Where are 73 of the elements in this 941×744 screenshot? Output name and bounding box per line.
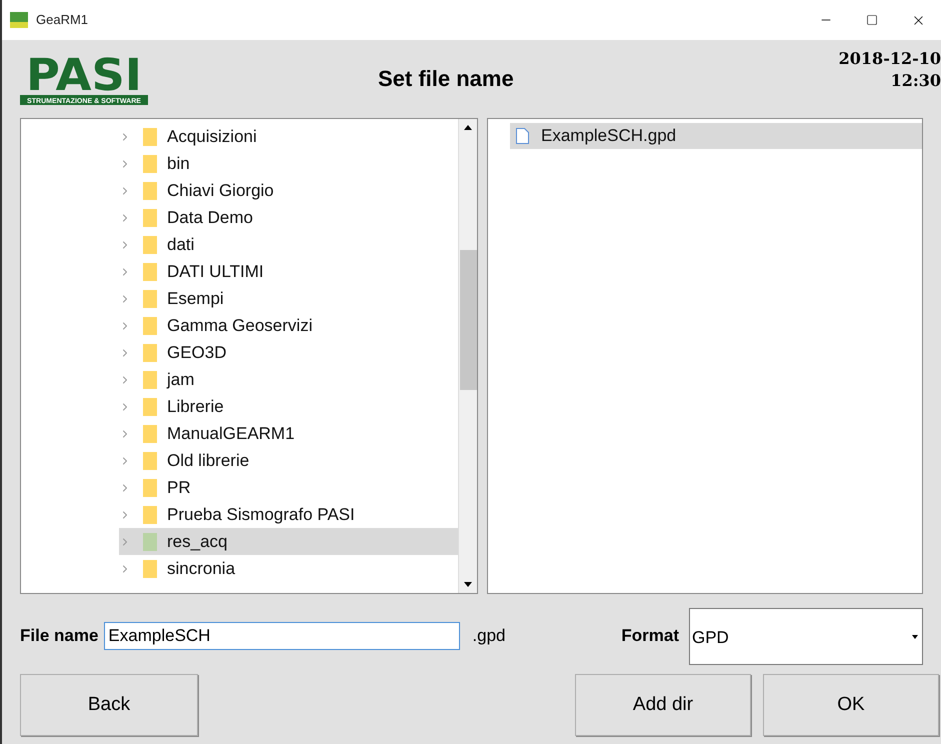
file-icon bbox=[516, 128, 529, 144]
folder-icon bbox=[143, 424, 157, 442]
folder-item[interactable]: Chiavi Giorgio bbox=[119, 177, 458, 204]
folder-label: Chiavi Giorgio bbox=[167, 180, 274, 202]
file-name-label: File name bbox=[20, 625, 98, 648]
folder-item[interactable]: res_acq bbox=[119, 528, 458, 555]
folder-label: DATI ULTIMI bbox=[167, 260, 264, 283]
time-label: 12:30 bbox=[890, 70, 941, 92]
folder-item[interactable]: Acquisizioni bbox=[119, 123, 458, 150]
back-button[interactable]: Back bbox=[20, 674, 198, 736]
file-name-field[interactable]: ExampleSCH bbox=[104, 622, 460, 650]
folder-label: PR bbox=[167, 476, 191, 499]
folder-label: Acquisizioni bbox=[167, 126, 257, 148]
ok-button[interactable]: OK bbox=[763, 674, 939, 736]
folder-item[interactable]: Data Demo bbox=[119, 204, 458, 231]
folder-item[interactable]: bin bbox=[119, 150, 458, 177]
folder-label: Data Demo bbox=[167, 206, 253, 229]
folder-icon bbox=[143, 506, 157, 524]
folder-item[interactable]: Esempi bbox=[119, 285, 458, 312]
folder-icon bbox=[143, 182, 157, 200]
folder-label: dati bbox=[167, 234, 194, 256]
extension-label: .gpd bbox=[472, 625, 506, 648]
folder-icon bbox=[143, 154, 157, 172]
add-dir-button[interactable]: Add dir bbox=[575, 674, 751, 736]
format-label: Format bbox=[621, 625, 679, 648]
scrollbar[interactable] bbox=[458, 119, 477, 593]
app-icon bbox=[10, 12, 28, 28]
file-item[interactable]: ExampleSCH.gpd bbox=[510, 123, 922, 149]
folder-item[interactable]: Librerie bbox=[119, 393, 458, 420]
format-dropdown[interactable]: GPD bbox=[689, 608, 923, 664]
scrollbar-thumb[interactable] bbox=[460, 250, 476, 390]
date-label: 2018-12-10 bbox=[838, 48, 941, 70]
folder-label: Gamma Geoservizi bbox=[167, 314, 312, 337]
maximize-icon[interactable] bbox=[866, 14, 878, 26]
folder-item[interactable]: Old librerie bbox=[119, 447, 458, 474]
folder-label: res_acq bbox=[167, 530, 228, 553]
folder-icon bbox=[143, 370, 157, 388]
folder-item[interactable]: GEO3D bbox=[119, 339, 458, 366]
folder-icon bbox=[143, 398, 157, 416]
dialog-title: Set file name bbox=[378, 65, 514, 93]
folder-label: bin bbox=[167, 152, 190, 175]
folder-icon bbox=[143, 344, 157, 362]
folder-label: Old librerie bbox=[167, 450, 250, 472]
folder-icon bbox=[143, 532, 157, 550]
folder-label: Prueba Sismografo PASI bbox=[167, 504, 355, 526]
folder-icon bbox=[143, 290, 157, 308]
folder-item[interactable]: PR bbox=[119, 474, 458, 501]
folder-label: jam bbox=[167, 368, 194, 391]
folder-item[interactable]: ManualGEARM1 bbox=[119, 420, 458, 447]
folder-icon bbox=[143, 208, 157, 226]
folder-icon bbox=[143, 478, 157, 496]
folder-label: Librerie bbox=[167, 396, 224, 418]
folder-label: sincronia bbox=[167, 558, 236, 580]
folder-label: GEO3D bbox=[167, 342, 227, 364]
dropdown-caret-icon[interactable] bbox=[912, 634, 918, 638]
folder-item[interactable]: dati bbox=[119, 231, 458, 258]
folder-label: ManualGEARM1 bbox=[167, 422, 295, 445]
window-title: GeaRM1 bbox=[36, 11, 88, 30]
file-label: ExampleSCH.gpd bbox=[541, 125, 676, 148]
folder-label: Esempi bbox=[167, 288, 224, 310]
folder-item[interactable]: Prueba Sismografo PASI bbox=[119, 501, 458, 528]
folder-icon bbox=[143, 452, 157, 470]
folder-icon bbox=[143, 128, 157, 146]
folder-icon bbox=[143, 316, 157, 334]
folder-item[interactable]: Gamma Geoservizi bbox=[119, 312, 458, 339]
folder-item[interactable]: sincronia bbox=[119, 555, 458, 582]
folder-icon bbox=[143, 262, 157, 280]
scroll-down-icon[interactable] bbox=[464, 582, 472, 587]
folder-item[interactable]: jam bbox=[119, 366, 458, 393]
folder-icon bbox=[143, 560, 157, 578]
folder-icon bbox=[143, 236, 157, 254]
scroll-up-icon[interactable] bbox=[464, 125, 472, 130]
folder-item[interactable]: DATI ULTIMI bbox=[119, 258, 458, 285]
